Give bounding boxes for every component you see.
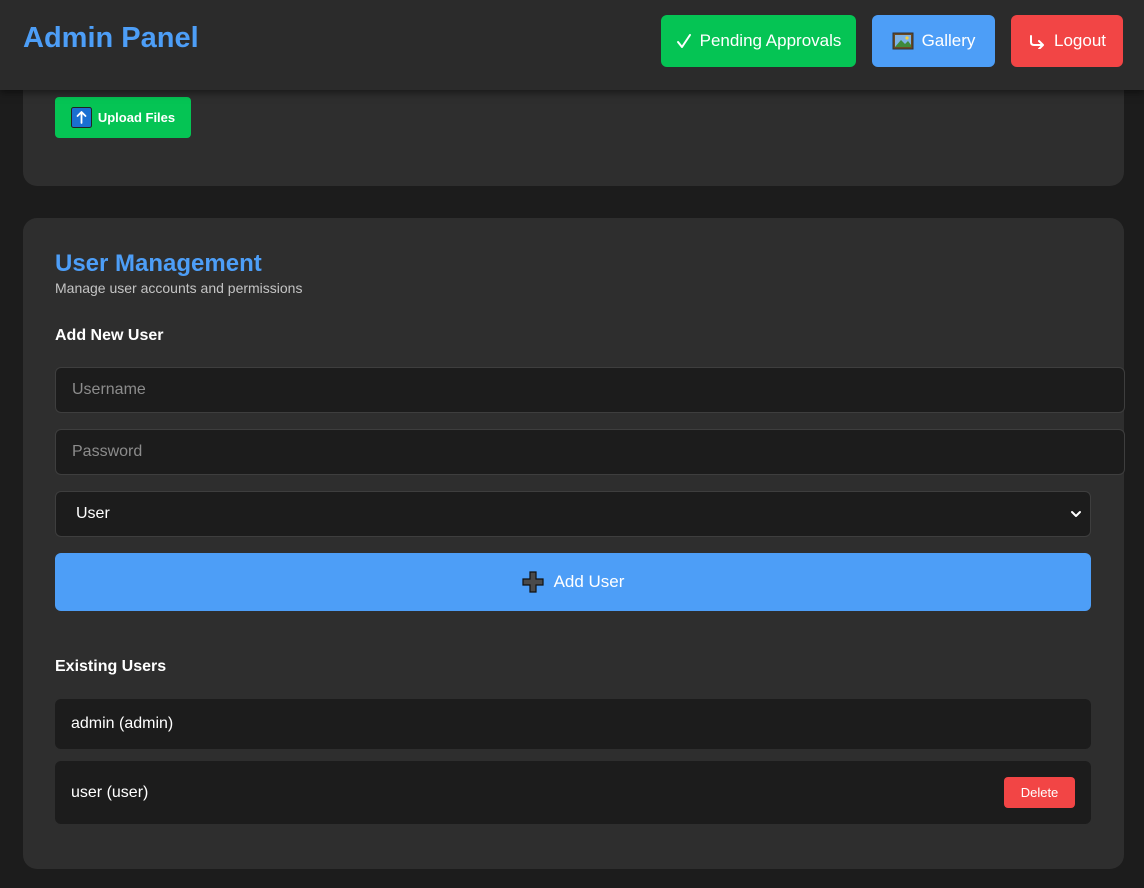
- user-row-label: user (user): [71, 783, 149, 801]
- add-user-button[interactable]: Add User: [55, 553, 1091, 611]
- section-subtitle: Manage user accounts and permissions: [55, 280, 303, 296]
- logout-button[interactable]: Logout: [1011, 15, 1123, 67]
- username-input[interactable]: [55, 367, 1125, 413]
- user-row-label: admin (admin): [71, 715, 174, 732]
- check-icon: [676, 33, 692, 49]
- chevron-down-icon: [1070, 507, 1082, 526]
- pending-approvals-label: Pending Approvals: [699, 31, 842, 50]
- user-row: user (user) Delete: [55, 761, 1091, 824]
- user-row: admin (admin): [55, 699, 1091, 749]
- app-title: Admin Panel: [23, 22, 199, 54]
- password-input[interactable]: [55, 429, 1125, 475]
- plus-icon: [521, 571, 544, 593]
- existing-users-heading: Existing Users: [55, 658, 167, 675]
- logout-label: Logout: [1054, 31, 1106, 50]
- upload-files-label: Upload Files: [97, 110, 176, 125]
- picture-icon: [892, 32, 914, 50]
- gallery-label: Gallery: [921, 31, 976, 50]
- role-select[interactable]: User: [55, 491, 1091, 537]
- add-user-label: Add User: [553, 572, 625, 591]
- logout-arrow-icon: [1028, 33, 1046, 49]
- upload-files-button[interactable]: Upload Files: [55, 97, 191, 138]
- section-title: User Management: [55, 250, 262, 277]
- gallery-button[interactable]: Gallery: [872, 15, 995, 67]
- top-header: Admin Panel Pending Approvals Gallery Lo…: [0, 0, 1144, 90]
- pending-approvals-button[interactable]: Pending Approvals: [661, 15, 856, 67]
- delete-user-button[interactable]: Delete: [1004, 777, 1075, 808]
- role-select-value: User: [76, 505, 110, 522]
- add-user-heading: Add New User: [55, 327, 164, 344]
- upload-arrow-icon: [70, 107, 92, 128]
